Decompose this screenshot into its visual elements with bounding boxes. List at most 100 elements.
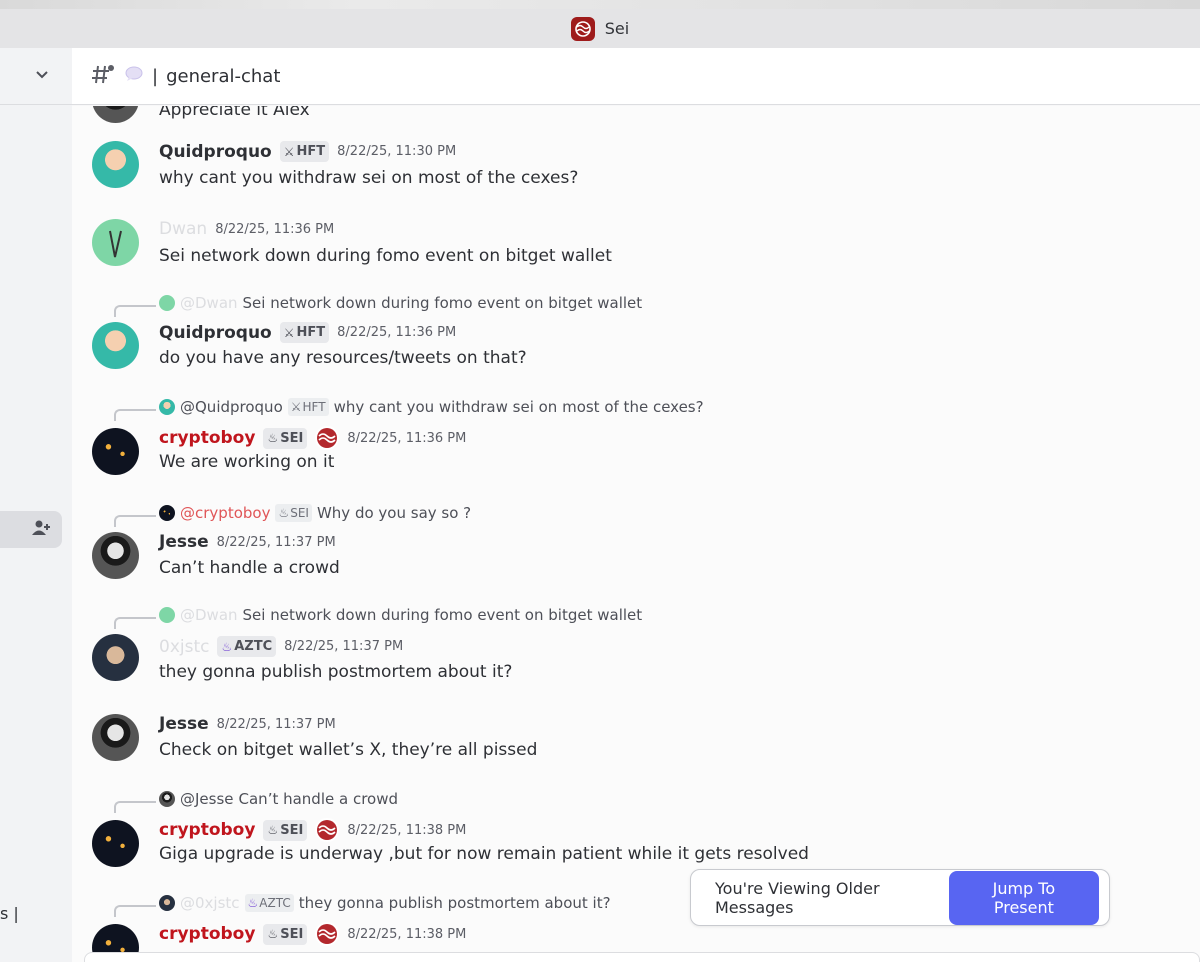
- message-body: why cant you withdraw sei on most of the…: [159, 168, 579, 188]
- message-header: cryptoboy ♨ SEI 8/22/25, 11:38 PM: [159, 922, 466, 946]
- reply-preview[interactable]: @0xjstc ♨ AZTC they gonna publish postmor…: [159, 894, 611, 912]
- message-header: Jesse 8/22/25, 11:37 PM: [159, 532, 336, 552]
- reply-preview[interactable]: @Quidproquo ⚔ HFT why cant you withdraw s…: [159, 398, 704, 416]
- role-badge: ⚔ HFT: [279, 322, 330, 343]
- avatar[interactable]: [92, 322, 139, 369]
- reply-preview[interactable]: @Jesse Can’t handle a crowd: [159, 790, 398, 808]
- mini-avatar: [159, 607, 175, 623]
- reply-preview[interactable]: @cryptoboy ♨ SEI Why do you say so ?: [159, 504, 471, 522]
- username[interactable]: Quidproquo: [159, 323, 272, 343]
- reply-text: Sei network down during fomo event on bi…: [242, 294, 643, 312]
- sword-icon: ⚔: [283, 144, 295, 159]
- jump-to-present-button[interactable]: Jump To Present: [948, 870, 1099, 925]
- flame-icon: ♨: [267, 431, 279, 445]
- message-body: Check on bitget wallet’s X, they’re all …: [159, 740, 538, 760]
- channel-header: | general-chat: [72, 48, 1200, 105]
- reply-preview[interactable]: @Dwan Sei network down during fomo event…: [159, 606, 642, 624]
- reply-text: Can’t handle a crowd: [238, 790, 399, 808]
- reply-connector: [114, 305, 156, 317]
- hashtag-thread-icon: [92, 63, 116, 89]
- mini-avatar: [159, 295, 175, 311]
- reply-connector: [114, 905, 156, 917]
- server-sidebar: s |: [0, 48, 72, 962]
- window-chrome: [0, 0, 1200, 9]
- reply-connector: [114, 409, 156, 421]
- reply-mention[interactable]: @Dwan: [180, 294, 238, 312]
- timestamp: 8/22/25, 11:38 PM: [347, 926, 467, 942]
- flame-icon: ♨: [267, 823, 279, 837]
- message-header: Quidproquo ⚔ HFT 8/22/25, 11:36 PM: [159, 322, 456, 343]
- sei-logo-icon: [315, 426, 340, 450]
- username[interactable]: Jesse: [159, 532, 209, 552]
- sei-logo-icon: [315, 818, 340, 842]
- message-header: Quidproquo ⚔ HFT 8/22/25, 11:30 PM: [159, 141, 456, 162]
- reply-mention[interactable]: @Quidproquo: [180, 398, 283, 416]
- username[interactable]: cryptoboy: [159, 428, 255, 448]
- mini-avatar: [159, 505, 175, 521]
- sidebar-truncated-text: s |: [0, 904, 19, 923]
- message-header: 0xjstc ♨ AZTC 8/22/25, 11:37 PM: [159, 636, 403, 657]
- message-body: they gonna publish postmortem about it?: [159, 662, 513, 682]
- avatar[interactable]: [92, 714, 139, 761]
- role-badge: ♨ SEI: [263, 923, 308, 945]
- timestamp: 8/22/25, 11:36 PM: [215, 221, 335, 237]
- role-badge: ♨ AZTC: [244, 894, 294, 912]
- username[interactable]: 0xjstc: [159, 637, 209, 657]
- mini-avatar: [159, 791, 175, 807]
- avatar[interactable]: [92, 820, 139, 867]
- avatar[interactable]: [92, 428, 139, 475]
- avatar[interactable]: [92, 106, 139, 123]
- username[interactable]: Quidproquo: [159, 142, 272, 162]
- username[interactable]: Jesse: [159, 714, 209, 734]
- message-composer[interactable]: [84, 952, 1200, 962]
- avatar[interactable]: [92, 219, 139, 266]
- reply-mention[interactable]: @Dwan: [180, 606, 238, 624]
- username[interactable]: Dwan: [159, 219, 207, 239]
- reply-text: they gonna publish postmortem about it?: [298, 894, 611, 912]
- window-title: Sei: [604, 19, 630, 38]
- older-messages-banner: You're Viewing Older Messages Jump To Pr…: [690, 869, 1110, 926]
- avatar[interactable]: [92, 532, 139, 579]
- timestamp: 8/22/25, 11:37 PM: [216, 534, 336, 550]
- reply-preview[interactable]: @Dwan Sei network down during fomo event…: [159, 294, 642, 312]
- reply-text: why cant you withdraw sei on most of the…: [333, 398, 704, 416]
- reply-connector: [114, 801, 156, 813]
- timestamp: 8/22/25, 11:38 PM: [347, 822, 467, 838]
- chevron-down-icon[interactable]: [34, 66, 50, 86]
- role-badge: ♨ SEI: [263, 427, 308, 449]
- flame-icon: ♨: [267, 927, 279, 941]
- reply-mention[interactable]: @Jesse: [180, 790, 234, 808]
- username[interactable]: cryptoboy: [159, 820, 255, 840]
- message-body: Appreciate it Alex: [159, 106, 310, 120]
- channel-name: general-chat: [166, 65, 281, 87]
- older-messages-text: You're Viewing Older Messages: [715, 878, 880, 917]
- add-member-button[interactable]: [0, 511, 62, 548]
- add-user-icon: [32, 519, 52, 541]
- message-body: Sei network down during fomo event on bi…: [159, 246, 612, 266]
- message-body: We are working on it: [159, 452, 335, 472]
- message-list[interactable]: Appreciate it Alex Quidproquo ⚔ HFT 8/22/…: [72, 106, 1200, 962]
- reply-mention[interactable]: @0xjstc: [180, 894, 240, 912]
- sei-logo-icon: [570, 16, 595, 41]
- message-header: Jesse 8/22/25, 11:37 PM: [159, 714, 336, 734]
- reply-connector: [114, 515, 156, 527]
- username[interactable]: cryptoboy: [159, 924, 255, 944]
- role-badge: ♨ SEI: [275, 504, 312, 522]
- speech-bubble-icon: [124, 65, 144, 87]
- role-badge: ♨ SEI: [263, 819, 308, 841]
- role-badge: ♨ AZTC: [217, 636, 277, 657]
- reply-mention[interactable]: @cryptoboy: [180, 504, 270, 522]
- mini-avatar: [159, 399, 175, 415]
- title-bar: Sei: [0, 9, 1200, 48]
- timestamp: 8/22/25, 11:36 PM: [337, 325, 457, 340]
- avatar[interactable]: [92, 141, 139, 188]
- message-body: Giga upgrade is underway ,but for now re…: [159, 844, 809, 864]
- reply-connector: [114, 617, 156, 629]
- avatar[interactable]: [92, 634, 139, 681]
- message-header: Dwan 8/22/25, 11:36 PM: [159, 219, 334, 239]
- message-header: cryptoboy ♨ SEI 8/22/25, 11:38 PM: [159, 818, 466, 842]
- purple-flame-icon: ♨: [221, 639, 233, 654]
- sidebar-header: [0, 48, 72, 105]
- message-body: do you have any resources/tweets on that…: [159, 348, 527, 368]
- role-badge: ⚔ HFT: [287, 398, 329, 416]
